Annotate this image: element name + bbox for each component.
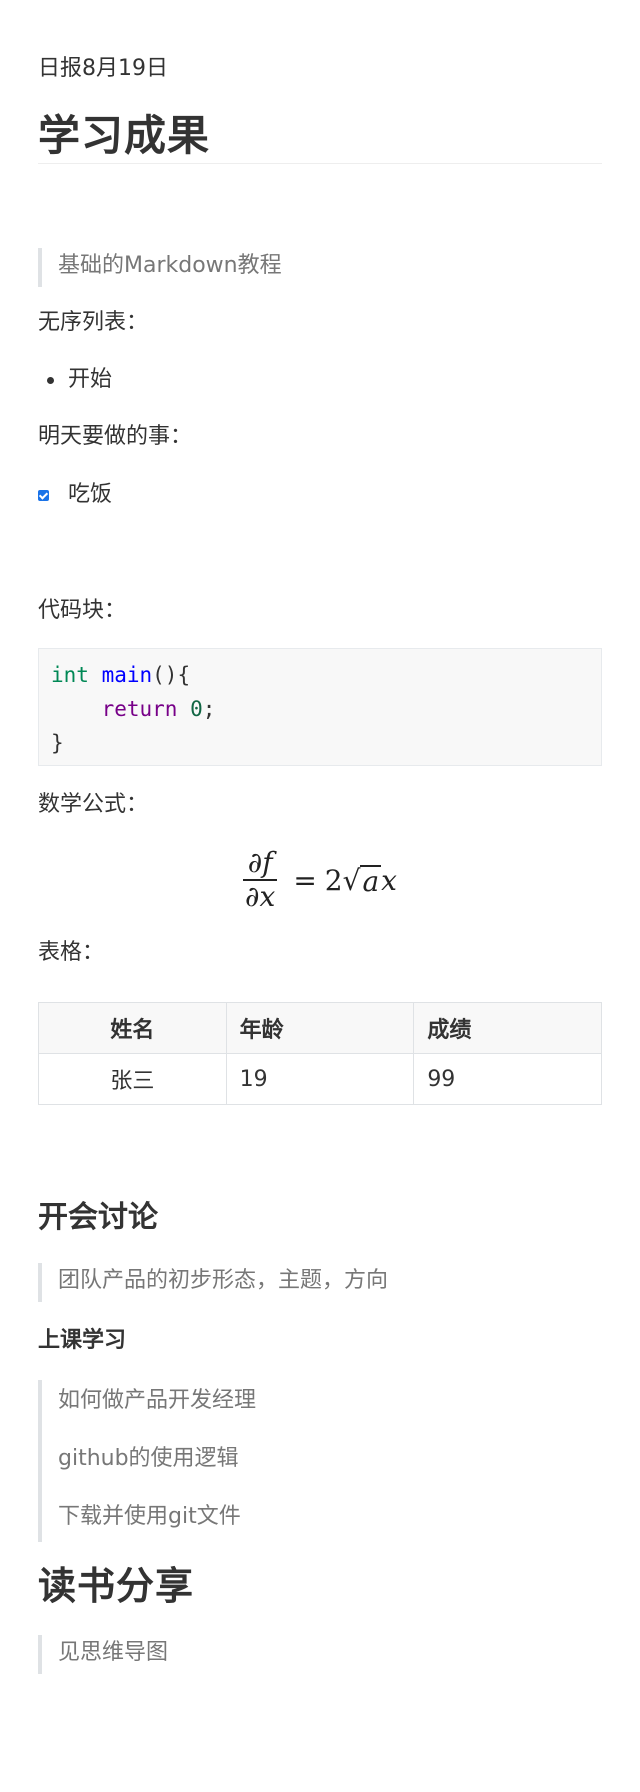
table-label: 表格： (38, 940, 105, 965)
sqrt-icon: √ (342, 863, 361, 897)
formula-radicand: a (360, 864, 382, 898)
meeting-heading: 开会讨论 (38, 1200, 158, 1235)
class-blockquote: 如何做产品开发经理 github的使用逻辑 下载并使用git文件 (38, 1380, 256, 1542)
code-closing-brace: } (51, 731, 64, 755)
formula-fraction: ∂f ∂x (243, 846, 278, 913)
code-line: return 0; (51, 692, 589, 726)
code-punctuation: (){ (152, 663, 191, 687)
code-block: int main(){ return 0; } (38, 648, 602, 766)
table-header-cell: 姓名 (38, 1002, 227, 1054)
table-cell: 张三 (38, 1053, 227, 1105)
class-quote-text: 如何做产品开发经理 (58, 1388, 257, 1413)
formula-label: 数学公式： (38, 792, 149, 817)
table-row: 张三 19 99 (38, 1053, 602, 1105)
table-header-cell: 成绩 (413, 1002, 602, 1054)
code-type-keyword: int (51, 663, 89, 687)
formula-sqrt: √ a (343, 864, 382, 897)
table-header-row: 姓名 年龄 成绩 (38, 1002, 602, 1054)
title-divider (38, 163, 602, 164)
code-punctuation: ; (202, 697, 216, 721)
code-return-keyword: return (101, 697, 178, 721)
todo-item: 吃饭 (68, 482, 113, 507)
formula-numerator: ∂f (247, 846, 273, 879)
intro-quote-text: 基础的Markdown教程 (58, 253, 282, 278)
report-date: 日报8月19日 (38, 56, 168, 81)
meeting-quote-text: 团队产品的初步形态，主题，方向 (58, 1268, 389, 1293)
intro-blockquote: 基础的Markdown教程 (38, 248, 282, 287)
todo-checkbox[interactable] (38, 490, 49, 501)
class-quote-text: 下载并使用git文件 (58, 1504, 241, 1529)
table-cell: 99 (413, 1053, 602, 1105)
page-title: 学习成果 (38, 111, 211, 160)
reading-heading: 读书分享 (38, 1564, 195, 1608)
unordered-list-label: 无序列表： (38, 310, 149, 335)
math-formula: ∂f ∂x = 2 √ a x (0, 840, 640, 920)
formula-denominator: ∂x (245, 880, 276, 913)
bullet-icon (47, 377, 54, 384)
table-header-cell: 年龄 (225, 1002, 415, 1054)
formula-coefficient: 2 (324, 863, 343, 897)
code-number: 0 (190, 697, 203, 721)
code-block-label: 代码块： (38, 598, 127, 623)
reading-quote-text: 见思维导图 (58, 1640, 169, 1665)
list-item: 开始 (68, 367, 113, 392)
reading-blockquote: 见思维导图 (38, 1635, 168, 1674)
code-line: int main(){ (51, 658, 589, 692)
data-table: 姓名 年龄 成绩 张三 19 99 (38, 1002, 602, 1105)
formula-equals: = (293, 863, 317, 897)
document-page: 日报8月19日 学习成果 基础的Markdown教程 无序列表： 开始 明天要做… (0, 0, 640, 1792)
class-heading: 上课学习 (38, 1328, 127, 1353)
meeting-blockquote: 团队产品的初步形态，主题，方向 (38, 1263, 388, 1302)
class-quote-text: github的使用逻辑 (58, 1446, 239, 1471)
formula-variable: x (381, 863, 397, 897)
code-function-name: main (88, 663, 153, 687)
todo-label: 明天要做的事： (38, 424, 193, 449)
table-cell: 19 (225, 1053, 415, 1105)
code-line: } (51, 726, 589, 760)
